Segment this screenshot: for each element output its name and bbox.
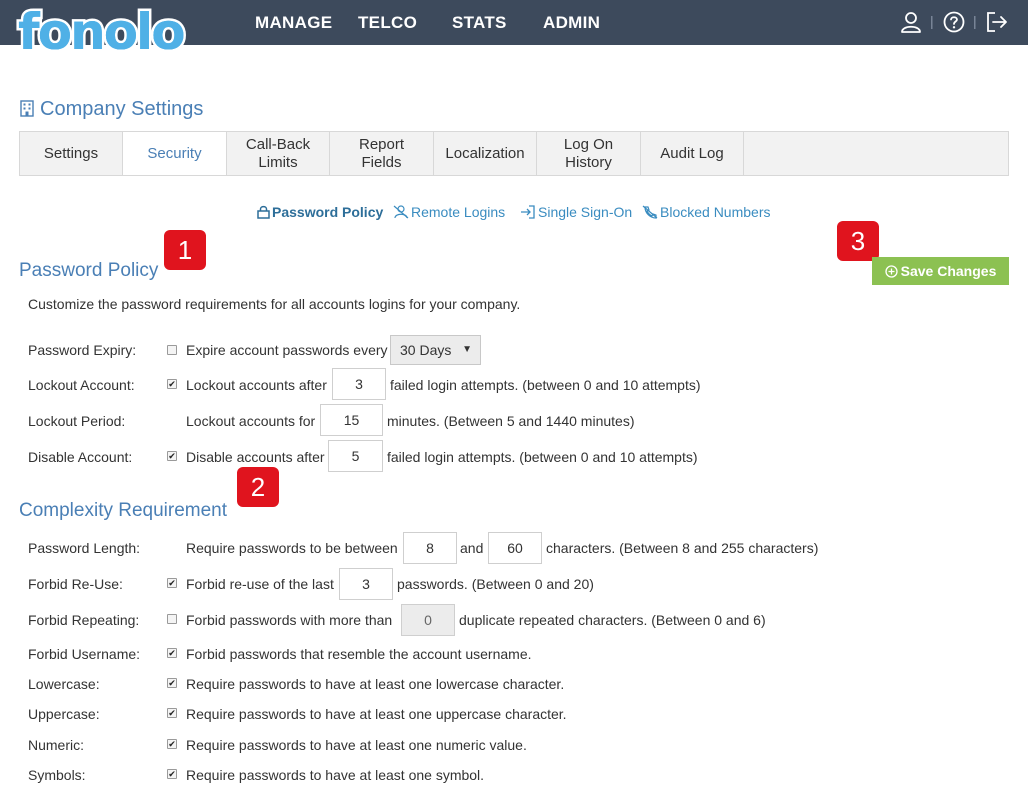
complexity-requirement-title: Complexity Requirement (19, 500, 228, 521)
length-and-text: and (460, 540, 484, 556)
uppercase-checkbox[interactable]: ✔ (167, 708, 177, 718)
length-min-input[interactable]: 8 (403, 532, 457, 564)
annotation-badge-3: 3 (837, 221, 879, 261)
lockout-attempts-input[interactable]: 3 (332, 368, 386, 400)
lockout-account-label: Lockout Account: (28, 377, 135, 393)
symbols-text: Require passwords to have at least one s… (186, 767, 485, 783)
help-icon[interactable] (942, 10, 966, 34)
password-policy-description: Customize the password requirements for … (28, 296, 521, 312)
tab-localization[interactable]: Localization (434, 132, 537, 175)
tab-settings[interactable]: Settings (20, 132, 123, 175)
tab-log-on-history[interactable]: Log On History (537, 132, 641, 175)
reuse-checkbox[interactable]: ✔ (167, 578, 177, 588)
tab-report-fields[interactable]: Report Fields (330, 132, 434, 175)
symbols-label: Symbols: (28, 767, 86, 783)
user-blocked-icon (393, 205, 409, 219)
lockout-minutes-input[interactable]: 15 (320, 404, 383, 436)
subnav-single-sign-on[interactable]: Single Sign-On (520, 204, 632, 220)
tab-call-back-limits[interactable]: Call-Back Limits (227, 132, 330, 175)
lockout-pre-text: Lockout accounts after (186, 377, 327, 393)
period-post-text: minutes. (Between 5 and 1440 minutes) (387, 413, 635, 429)
sign-in-icon (521, 205, 535, 219)
repeating-post-text: duplicate repeated characters. (Between … (459, 612, 766, 628)
nav-separator: | (930, 13, 934, 29)
logout-icon[interactable] (985, 10, 1009, 34)
subnav-remote-logins[interactable]: Remote Logins (393, 204, 505, 220)
subnav-blocked-numbers[interactable]: Blocked Numbers (642, 204, 771, 220)
password-policy-title: Password Policy (19, 260, 159, 281)
username-text: Forbid passwords that resemble the accou… (186, 646, 532, 662)
length-max-input[interactable]: 60 (488, 532, 542, 564)
nav-telco[interactable]: TELCO (358, 0, 417, 45)
disable-pre-text: Disable accounts after (186, 449, 325, 465)
repeating-pre-text: Forbid passwords with more than (186, 612, 393, 628)
tab-security[interactable]: Security (123, 132, 227, 175)
phone-blocked-icon (642, 205, 658, 219)
disable-attempts-input[interactable]: 5 (328, 440, 383, 472)
lowercase-text: Require passwords to have at least one l… (186, 676, 565, 692)
numeric-label: Numeric: (28, 737, 85, 753)
length-post-text: characters. (Between 8 and 255 character… (546, 540, 819, 556)
uppercase-label: Uppercase: (28, 706, 100, 722)
save-changes-button[interactable]: Save Changes (872, 257, 1009, 285)
expiry-checkbox[interactable] (167, 345, 177, 355)
repeating-checkbox[interactable] (167, 614, 177, 624)
nav-stats[interactable]: STATS (452, 0, 507, 45)
nav-manage[interactable]: MANAGE (255, 0, 332, 45)
user-icon[interactable] (899, 10, 923, 34)
expiry-text: Expire account passwords every (186, 342, 388, 358)
fonolo-logo[interactable]: fonolo fonolo (16, 2, 189, 63)
lockout-checkbox[interactable]: ✔ (167, 379, 177, 389)
page-title-text: Company Settings (40, 98, 204, 120)
repeating-count-input[interactable]: 0 (401, 604, 455, 636)
lowercase-checkbox[interactable]: ✔ (167, 678, 177, 688)
uppercase-text: Require passwords to have at least one u… (186, 706, 567, 722)
password-expiry-label: Password Expiry: (28, 342, 137, 358)
forbid-reuse-label: Forbid Re-Use: (28, 576, 123, 592)
reuse-post-text: passwords. (Between 0 and 20) (397, 576, 594, 592)
expiry-period-select[interactable]: 30 Days ▼ (390, 335, 481, 365)
settings-tabs: Settings Security Call-Back Limits Report… (19, 131, 1009, 176)
annotation-badge-1: 1 (164, 230, 206, 270)
subnav-password-policy[interactable]: Password Policy (257, 204, 383, 220)
symbols-checkbox[interactable]: ✔ (167, 769, 177, 779)
lock-icon (257, 205, 270, 219)
reuse-pre-text: Forbid re-use of the last (186, 576, 334, 592)
caret-down-icon: ▼ (462, 344, 472, 355)
numeric-text: Require passwords to have at least one n… (186, 737, 527, 753)
period-pre-text: Lockout accounts for (186, 413, 316, 429)
disable-account-label: Disable Account: (28, 449, 133, 465)
nav-admin[interactable]: ADMIN (543, 0, 600, 45)
lockout-post-text: failed login attempts. (between 0 and 10… (390, 377, 701, 393)
page-title: Company Settings (20, 98, 203, 121)
forbid-username-label: Forbid Username: (28, 646, 141, 662)
annotation-badge-2: 2 (237, 467, 279, 507)
disable-post-text: failed login attempts. (between 0 and 10… (387, 449, 698, 465)
disable-checkbox[interactable]: ✔ (167, 451, 177, 461)
tab-audit-log[interactable]: Audit Log (641, 132, 744, 175)
lowercase-label: Lowercase: (28, 676, 100, 692)
forbid-repeating-label: Forbid Repeating: (28, 612, 140, 628)
plus-circle-icon (884, 265, 898, 278)
length-pre-text: Require passwords to be between (186, 540, 398, 556)
lockout-period-label: Lockout Period: (28, 413, 126, 429)
numeric-checkbox[interactable]: ✔ (167, 739, 177, 749)
password-length-label: Password Length: (28, 540, 141, 556)
reuse-count-input[interactable]: 3 (339, 568, 393, 600)
building-icon (20, 100, 34, 117)
nav-separator: | (973, 13, 977, 29)
username-checkbox[interactable]: ✔ (167, 648, 177, 658)
